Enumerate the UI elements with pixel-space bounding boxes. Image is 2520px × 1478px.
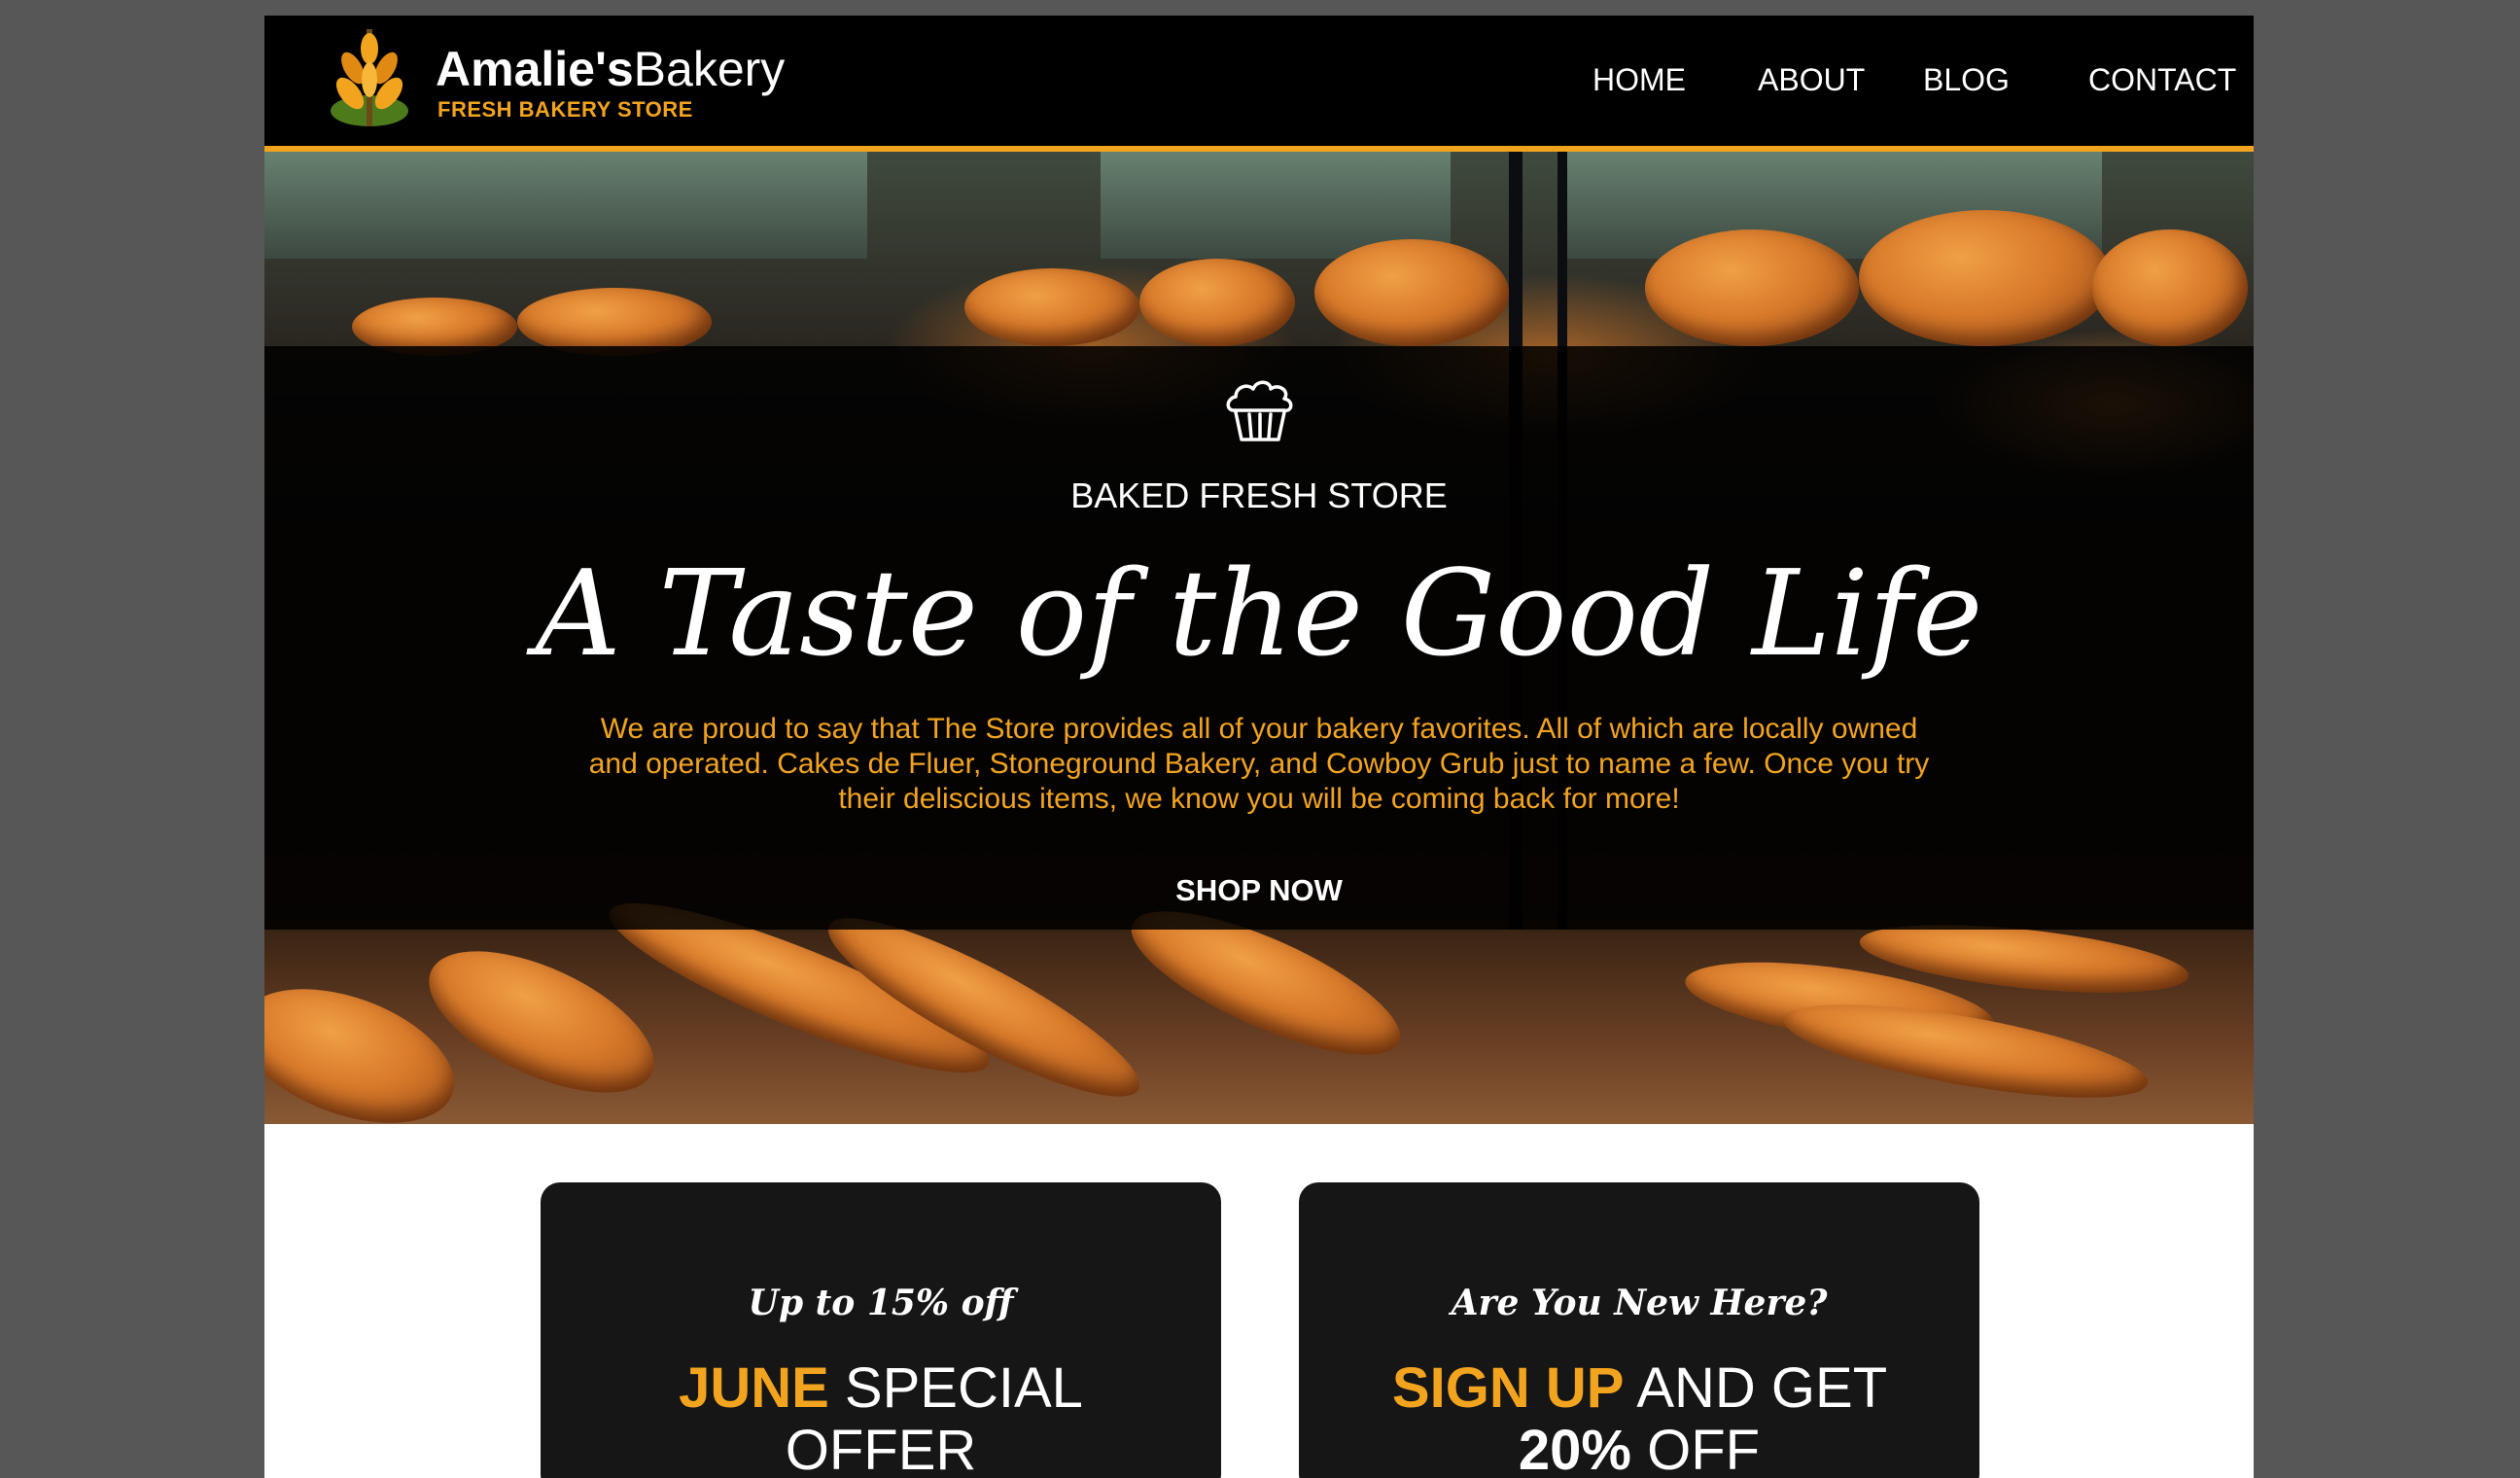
signup-offer-card[interactable]: Are You New Here? SIGN UP AND GET 20% OF…	[1299, 1182, 1979, 1478]
muffin-icon	[1226, 380, 1293, 441]
card-heading-rest: OFF	[1647, 1419, 1761, 1478]
card-heading: JUNE SPECIAL OFFER	[579, 1357, 1182, 1478]
june-offer-card[interactable]: Up to 15% off JUNE SPECIAL OFFER	[541, 1182, 1221, 1478]
brand-name: Amalie'sBakery	[436, 43, 785, 95]
card-kicker: Are You New Here?	[1451, 1283, 1828, 1323]
hero-kicker: BAKED FRESH STORE	[1070, 475, 1448, 515]
nav-contact[interactable]: CONTACT	[2088, 62, 2236, 97]
card-heading-rest: SPECIAL OFFER	[785, 1356, 1083, 1478]
card-heading: SIGN UP AND GET 20% OFF	[1338, 1357, 1941, 1478]
card-highlight: JUNE	[679, 1356, 829, 1420]
brand-name-bold: Amalie's	[436, 42, 634, 96]
nav-about[interactable]: ABOUT	[1758, 62, 1865, 97]
brand[interactable]: Amalie'sBakery FRESH BAKERY STORE	[436, 43, 785, 122]
brand-tagline: FRESH BAKERY STORE	[438, 97, 693, 122]
site-header: Amalie'sBakery FRESH BAKERY STORE HOME A…	[264, 16, 2254, 146]
card-kicker: Up to 15% off	[748, 1283, 1014, 1323]
nav-blog[interactable]: BLOG	[1923, 62, 2010, 97]
nav-home[interactable]: HOME	[1592, 62, 1686, 97]
card-highlight: SIGN UP	[1391, 1356, 1625, 1420]
brand-name-regular: Bakery	[633, 42, 786, 96]
hero-section: BAKED FRESH STORE A Taste of the Good Li…	[264, 152, 2254, 1124]
page: Amalie'sBakery FRESH BAKERY STORE HOME A…	[264, 16, 2254, 1478]
wheat-icon[interactable]	[321, 21, 418, 138]
shop-now-button[interactable]: SHOP NOW	[264, 873, 2254, 908]
card-discount: 20%	[1518, 1419, 1631, 1478]
hero-title: A Taste of the Good Life	[535, 545, 1983, 683]
card-heading-middle: AND GET	[1636, 1356, 1887, 1420]
hero-description: We are proud to say that The Store provi…	[588, 713, 1930, 815]
